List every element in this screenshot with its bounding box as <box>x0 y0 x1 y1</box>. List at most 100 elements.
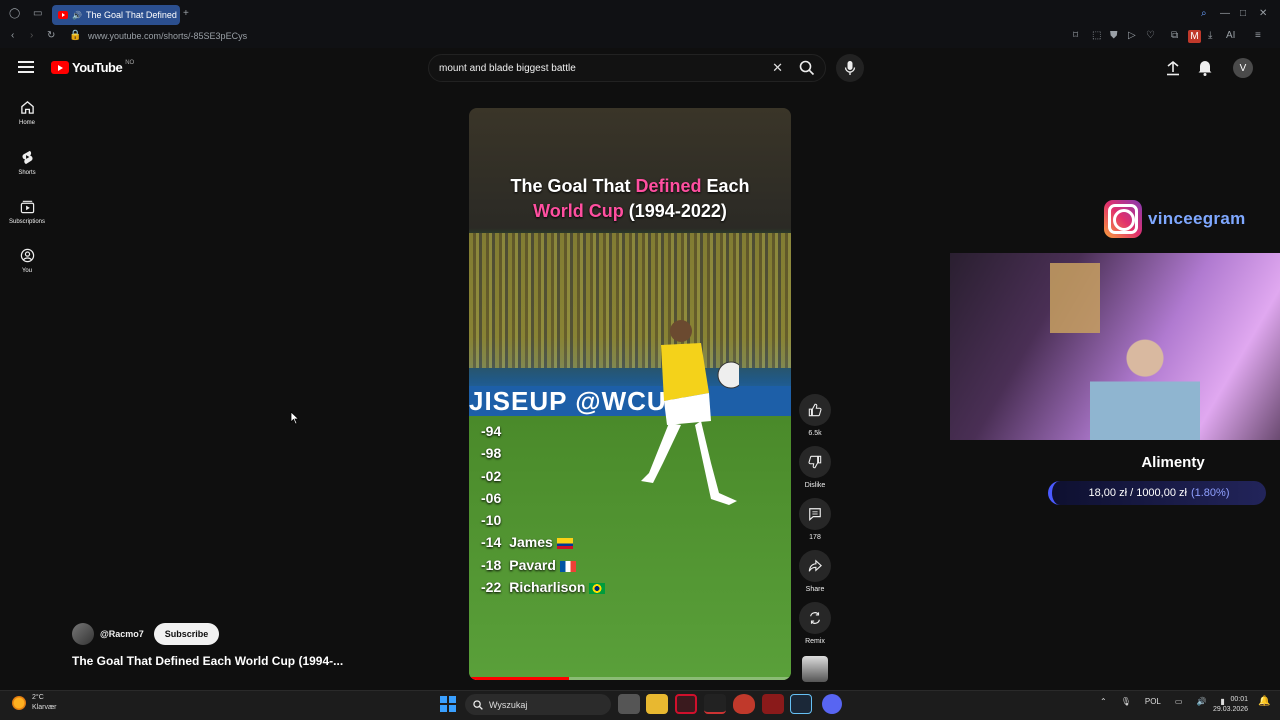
extension-m-icon[interactable]: M <box>1188 30 1201 43</box>
url-field[interactable]: www.youtube.com/shorts/-85SE3pECys <box>88 31 247 41</box>
new-tab-icon[interactable]: + <box>183 9 189 19</box>
share-label: Share <box>805 586 825 593</box>
weather-widget[interactable]: 2°C Klarvær <box>12 693 57 713</box>
like-button[interactable]: 6.5k <box>797 394 833 437</box>
thumbs-up-icon <box>808 403 822 417</box>
clear-search-icon[interactable]: ✕ <box>772 60 783 76</box>
scorer-name: James <box>509 534 553 551</box>
taskbar-clock[interactable]: 00:01 29.03.2026 <box>1213 695 1248 715</box>
channel-handle[interactable]: @Racmo7 <box>100 629 144 639</box>
minimize-icon[interactable]: — <box>1220 9 1230 19</box>
task-view-icon[interactable] <box>618 694 640 714</box>
year-row: -94 <box>481 420 605 442</box>
notification-bell-icon[interactable]: 🔔 <box>1258 696 1270 707</box>
browser-tab[interactable]: 🔊 The Goal That Defined <box>52 5 180 25</box>
windows-start-icon[interactable] <box>440 696 456 712</box>
player-icon[interactable]: ▷ <box>1128 31 1136 41</box>
volume-icon[interactable]: 🔊 <box>1196 697 1206 706</box>
aria-ai-icon[interactable]: AI <box>1226 31 1235 41</box>
subscribe-button[interactable]: Subscribe <box>153 623 220 645</box>
youtube-play-icon <box>51 61 69 74</box>
voice-search-button[interactable] <box>836 54 864 82</box>
world-cup-year-list: -94 -98 -02 -06 -10 -14 James -18 Pavard -22 Richa… <box>481 420 606 598</box>
extensions-icon[interactable]: ⧉ <box>1171 31 1178 41</box>
brave-icon[interactable] <box>733 694 755 714</box>
search-icon[interactable] <box>799 60 815 76</box>
sidebar-item-shorts[interactable]: Shorts <box>4 149 50 176</box>
opera-logo-icon[interactable]: ◯ <box>9 9 20 19</box>
colombia-flag-icon <box>556 538 573 550</box>
reload-icon[interactable]: ↻ <box>47 31 55 41</box>
year-label: -22 <box>481 579 502 596</box>
adblock-icon[interactable]: ⛊ <box>1110 31 1118 41</box>
youtube-logo[interactable]: YouTube NO <box>51 60 134 75</box>
download-icon[interactable]: ⤓ <box>1208 31 1212 41</box>
year-label: -02 <box>481 467 502 484</box>
comments-button[interactable]: 178 <box>797 498 833 541</box>
remix-icon <box>810 612 820 624</box>
sidebar-item-home[interactable]: Home <box>4 100 50 126</box>
lock-icon[interactable]: 🔒 <box>69 31 81 41</box>
sound-thumbnail[interactable] <box>802 656 828 682</box>
year-row: -98 <box>481 442 605 464</box>
dislike-button[interactable]: Dislike <box>797 446 833 489</box>
remix-label: Remix <box>805 638 825 645</box>
home-icon <box>20 101 34 114</box>
logo-text: YouTube <box>72 60 123 75</box>
year-row: -06 <box>481 487 605 509</box>
video-progress-bar[interactable] <box>469 677 791 680</box>
forward-icon[interactable]: › <box>30 31 33 41</box>
file-explorer-icon[interactable] <box>646 694 668 714</box>
snapshot-icon[interactable]: ⬚ <box>1092 31 1101 41</box>
heart-icon[interactable]: ♡ <box>1146 31 1155 41</box>
speaker-icon[interactable]: 🔊 <box>72 11 82 20</box>
france-flag-icon <box>559 560 576 572</box>
voicemeeter-icon[interactable] <box>762 694 784 714</box>
upload-button[interactable] <box>1165 60 1181 81</box>
webcam-overlay <box>950 253 1280 440</box>
tab-switcher-icon[interactable]: ▭ <box>33 9 42 19</box>
weather-sun-icon <box>12 696 26 710</box>
hamburger-menu-icon[interactable] <box>18 61 34 73</box>
maximize-icon[interactable]: □ <box>1240 9 1246 19</box>
notifications-button[interactable] <box>1197 59 1213 81</box>
shorts-video-player[interactable]: JISEUP @WCUP The Goal That Defined Each … <box>469 108 791 680</box>
browser-titlebar <box>0 0 1280 28</box>
sidebar-item-subscriptions[interactable]: Subscriptions <box>4 199 50 225</box>
year-row: -10 <box>481 509 605 531</box>
remix-button[interactable]: Remix <box>797 602 833 645</box>
opera-gx-icon[interactable] <box>675 694 697 714</box>
browser-menu-icon[interactable]: ≡ <box>1255 31 1261 41</box>
year-label: -06 <box>481 489 502 506</box>
year-row: -18 Pavard <box>481 554 605 576</box>
tray-microphone-icon[interactable]: 🎙 <box>1121 697 1131 706</box>
share-button[interactable]: Share <box>797 550 833 593</box>
bookmark-icon[interactable]: ⌑ <box>1073 31 1078 41</box>
thumbs-down-icon <box>808 455 822 469</box>
microphone-icon <box>844 61 856 75</box>
close-window-icon[interactable]: ✕ <box>1259 9 1267 19</box>
short-title[interactable]: The Goal That Defined Each World Cup (19… <box>72 654 343 668</box>
discord-icon[interactable] <box>822 694 842 714</box>
year-label: -98 <box>481 445 502 462</box>
sidebar-item-you[interactable]: You <box>4 248 50 274</box>
you-icon <box>20 248 34 263</box>
donation-goal-amount: 18,00 zł / 1000,00 zł <box>1088 487 1187 499</box>
tray-chevron-icon[interactable]: ⌃ <box>1100 697 1107 706</box>
account-avatar[interactable]: V <box>1233 58 1253 78</box>
taskbar-search[interactable]: Wyszukaj <box>465 694 611 715</box>
network-icon[interactable]: ▭ <box>1175 697 1183 706</box>
channel-avatar[interactable] <box>72 623 94 645</box>
instagram-overlay: vinceegram <box>1104 200 1246 238</box>
search-bar[interactable]: mount and blade biggest battle ✕ <box>428 54 826 82</box>
steam-icon[interactable] <box>790 694 812 714</box>
back-icon[interactable]: ‹ <box>11 31 14 41</box>
comment-count: 178 <box>809 534 821 541</box>
clock-time: 00:01 <box>1230 696 1249 703</box>
weather-location: Klarvær <box>32 704 57 711</box>
youtube-favicon-icon <box>58 11 68 19</box>
terminal-app-icon[interactable] <box>704 694 726 714</box>
search-input[interactable]: mount and blade biggest battle <box>439 63 772 74</box>
search-tabs-icon[interactable]: ⌕ <box>1201 9 1207 19</box>
language-indicator[interactable]: POL <box>1145 697 1161 706</box>
